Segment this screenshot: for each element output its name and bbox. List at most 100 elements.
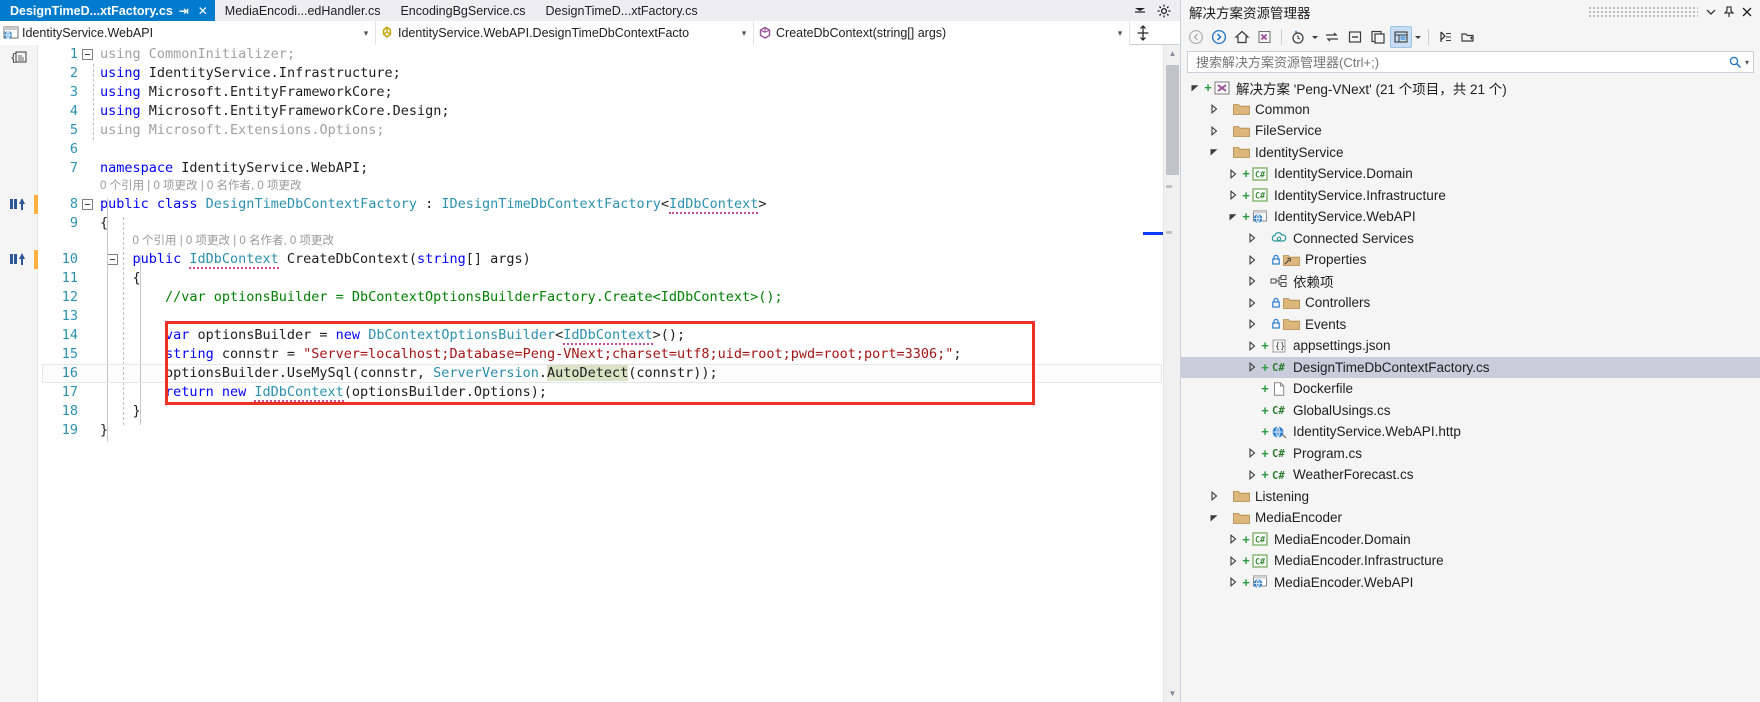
tree-item[interactable]: + IdentityService.WebAPI.http [1181, 421, 1760, 443]
tab-mediaencoder-handler[interactable]: MediaEncodi...edHandler.cs [214, 0, 391, 21]
tree-item[interactable]: + Events [1181, 314, 1760, 336]
scrollbar-thumb[interactable] [1166, 65, 1179, 175]
tree-item[interactable]: + C# IdentityService.Infrastructure [1181, 185, 1760, 207]
chevron-right-icon[interactable] [1244, 295, 1260, 311]
code-line[interactable]: 4 using Microsoft.EntityFrameworkCore.Des… [0, 102, 1180, 121]
code-line[interactable]: 11{ [0, 269, 1180, 288]
codelens-row[interactable]: 0 个引用 | 0 项更改 | 0 名作者, 0 项更改 [0, 178, 1180, 195]
tab-designtime-active[interactable]: DesignTimeD...xtFactory.cs ⇥ ✕ [0, 0, 215, 21]
code-line[interactable]: 6 [0, 140, 1180, 159]
tree-item-selected[interactable]: + C# DesignTimeDbContextFactory.cs [1181, 356, 1760, 378]
code-line[interactable]: 12 //var optionsBuilder = DbContextOption… [0, 288, 1180, 307]
chevron-down-icon[interactable] [1225, 209, 1241, 225]
chevron-right-icon[interactable] [1244, 230, 1260, 246]
scroll-down-arrow[interactable]: ▼ [1164, 685, 1181, 702]
code-line[interactable]: 14 var optionsBuilder = new DbContextOpti… [0, 326, 1180, 345]
tree-item[interactable]: + Properties [1181, 249, 1760, 271]
collapse-toggle-icon[interactable] [82, 199, 93, 210]
solution-icon[interactable] [1254, 26, 1276, 48]
tree-item[interactable]: + FileService [1181, 120, 1760, 142]
tree-item[interactable]: + IdentityService.WebAPI [1181, 206, 1760, 228]
code-editor-surface[interactable]: { 1 using CommonInitializer; 2 using Identi… [0, 45, 1180, 702]
chevron-down-icon[interactable]: ▾ [1745, 58, 1749, 67]
code-line[interactable]: 10 public IdDbContext CreateDbContext(str… [0, 250, 1180, 269]
tree-item[interactable]: + {} appsettings.json [1181, 335, 1760, 357]
home-icon[interactable] [1231, 26, 1253, 48]
chevron-right-icon[interactable] [1244, 359, 1260, 375]
chevron-right-icon[interactable] [1244, 316, 1260, 332]
chevron-down-icon[interactable]: ▾ [737, 28, 751, 39]
tree-item[interactable]: + C# Program.cs [1181, 443, 1760, 465]
code-line[interactable]: 17 return new IdDbContext(optionsBuilder.… [0, 383, 1180, 402]
tree-item[interactable]: + C# WeatherForecast.cs [1181, 464, 1760, 486]
new-folder-icon[interactable] [1457, 26, 1479, 48]
tree-item[interactable]: + Common [1181, 99, 1760, 121]
chevron-down-icon[interactable] [1187, 80, 1203, 96]
code-line[interactable]: 18} [0, 402, 1180, 421]
tree-item[interactable]: + C# GlobalUsings.cs [1181, 400, 1760, 422]
chevron-right-icon[interactable] [1225, 553, 1241, 569]
navbar-member-dropdown[interactable]: CreateDbContext(string[] args) ▾ [754, 21, 1130, 45]
code-line[interactable]: 19} [0, 421, 1180, 440]
chevron-down-icon[interactable] [1132, 3, 1148, 19]
chevron-right-icon[interactable] [1244, 273, 1260, 289]
tree-item[interactable]: + IdentityService [1181, 142, 1760, 164]
tree-item[interactable]: + Connected Services [1181, 228, 1760, 250]
tab-encodingbgservice[interactable]: EncodingBgService.cs [390, 0, 536, 21]
code-line[interactable]: 16 optionsBuilder.UseMySql(connstr, Serve… [0, 364, 1180, 383]
chevron-right-icon[interactable] [1206, 101, 1222, 117]
search-icon[interactable] [1728, 55, 1742, 69]
tree-item[interactable]: + C# MediaEncoder.Domain [1181, 529, 1760, 551]
code-line[interactable]: 15 string connstr = "Server=localhost;Dat… [0, 345, 1180, 364]
codelens-label[interactable]: 0 个引用 | 0 项更改 | 0 名作者, 0 项更改 [132, 233, 334, 250]
chevron-right-icon[interactable] [1206, 123, 1222, 139]
code-line[interactable]: 2 using IdentityService.Infrastructure; [0, 64, 1180, 83]
back-icon[interactable] [1185, 26, 1207, 48]
tree-item[interactable]: + Controllers [1181, 292, 1760, 314]
codelens-label[interactable]: 0 个引用 | 0 项更改 | 0 名作者, 0 项更改 [100, 178, 302, 195]
chevron-right-icon[interactable] [1244, 467, 1260, 483]
tree-item[interactable]: + Dockerfile [1181, 378, 1760, 400]
code-line[interactable]: 7 namespace IdentityService.WebAPI; [0, 159, 1180, 178]
chevron-right-icon[interactable] [1225, 187, 1241, 203]
pin-icon[interactable] [1720, 3, 1738, 21]
close-icon[interactable] [1738, 3, 1756, 21]
panel-drag-handle[interactable] [1588, 6, 1698, 18]
forward-icon[interactable] [1208, 26, 1230, 48]
chevron-right-icon[interactable] [1225, 166, 1241, 182]
tree-item[interactable]: + 解决方案 'Peng-VNext' (21 个项目，共 21 个) [1181, 77, 1760, 99]
tree-item[interactable]: + MediaEncoder.WebAPI [1181, 572, 1760, 594]
navbar-type-dropdown[interactable]: IdentityService.WebAPI.DesignTimeDbConte… [376, 21, 754, 45]
sync-with-active-document-icon[interactable] [1321, 26, 1343, 48]
codelens-row[interactable]: 0 个引用 | 0 项更改 | 0 名作者, 0 项更改 [0, 233, 1180, 250]
close-icon[interactable]: ✕ [195, 4, 211, 18]
chevron-down-icon[interactable] [1206, 144, 1222, 160]
solution-tree[interactable]: + 解决方案 'Peng-VNext' (21 个项目，共 21 个) + Commo… [1181, 76, 1760, 702]
pending-changes-dropdown-icon[interactable] [1310, 26, 1320, 48]
code-line[interactable]: 3 using Microsoft.EntityFrameworkCore; [0, 83, 1180, 102]
collapse-toggle-icon[interactable] [82, 49, 93, 60]
code-line[interactable]: 1 using CommonInitializer; [0, 45, 1180, 64]
scroll-up-arrow[interactable]: ▲ [1164, 45, 1181, 62]
chevron-down-icon[interactable]: ▾ [1113, 28, 1127, 39]
minimize-icon[interactable] [1702, 3, 1720, 21]
solution-search-box[interactable]: ▾ [1187, 51, 1754, 73]
tab-designtime-secondary[interactable]: DesignTimeD...xtFactory.cs [535, 0, 708, 21]
chevron-right-icon[interactable] [1244, 338, 1260, 354]
chevron-down-icon[interactable] [1206, 510, 1222, 526]
search-input[interactable] [1194, 53, 1728, 71]
code-line[interactable]: 8 public class DesignTimeDbContextFactory… [0, 195, 1180, 214]
code-line[interactable]: 9{ [0, 214, 1180, 233]
tree-item[interactable]: + MediaEncoder [1181, 507, 1760, 529]
code-lines-container[interactable]: 1 using CommonInitializer; 2 using Identity… [0, 45, 1180, 702]
tree-item[interactable]: + C# IdentityService.Domain [1181, 163, 1760, 185]
chevron-down-icon[interactable]: ▾ [359, 28, 373, 39]
split-window-icon[interactable] [1130, 21, 1156, 44]
pending-changes-icon[interactable] [1287, 26, 1309, 48]
chevron-right-icon[interactable] [1225, 574, 1241, 590]
editor-vertical-scrollbar[interactable]: ▲ ▼ [1163, 45, 1180, 702]
tree-item[interactable]: + 依赖项 [1181, 271, 1760, 293]
show-all-files-icon[interactable] [1390, 26, 1412, 48]
code-line[interactable]: 5 using Microsoft.Extensions.Options; [0, 121, 1180, 140]
chevron-right-icon[interactable] [1225, 531, 1241, 547]
